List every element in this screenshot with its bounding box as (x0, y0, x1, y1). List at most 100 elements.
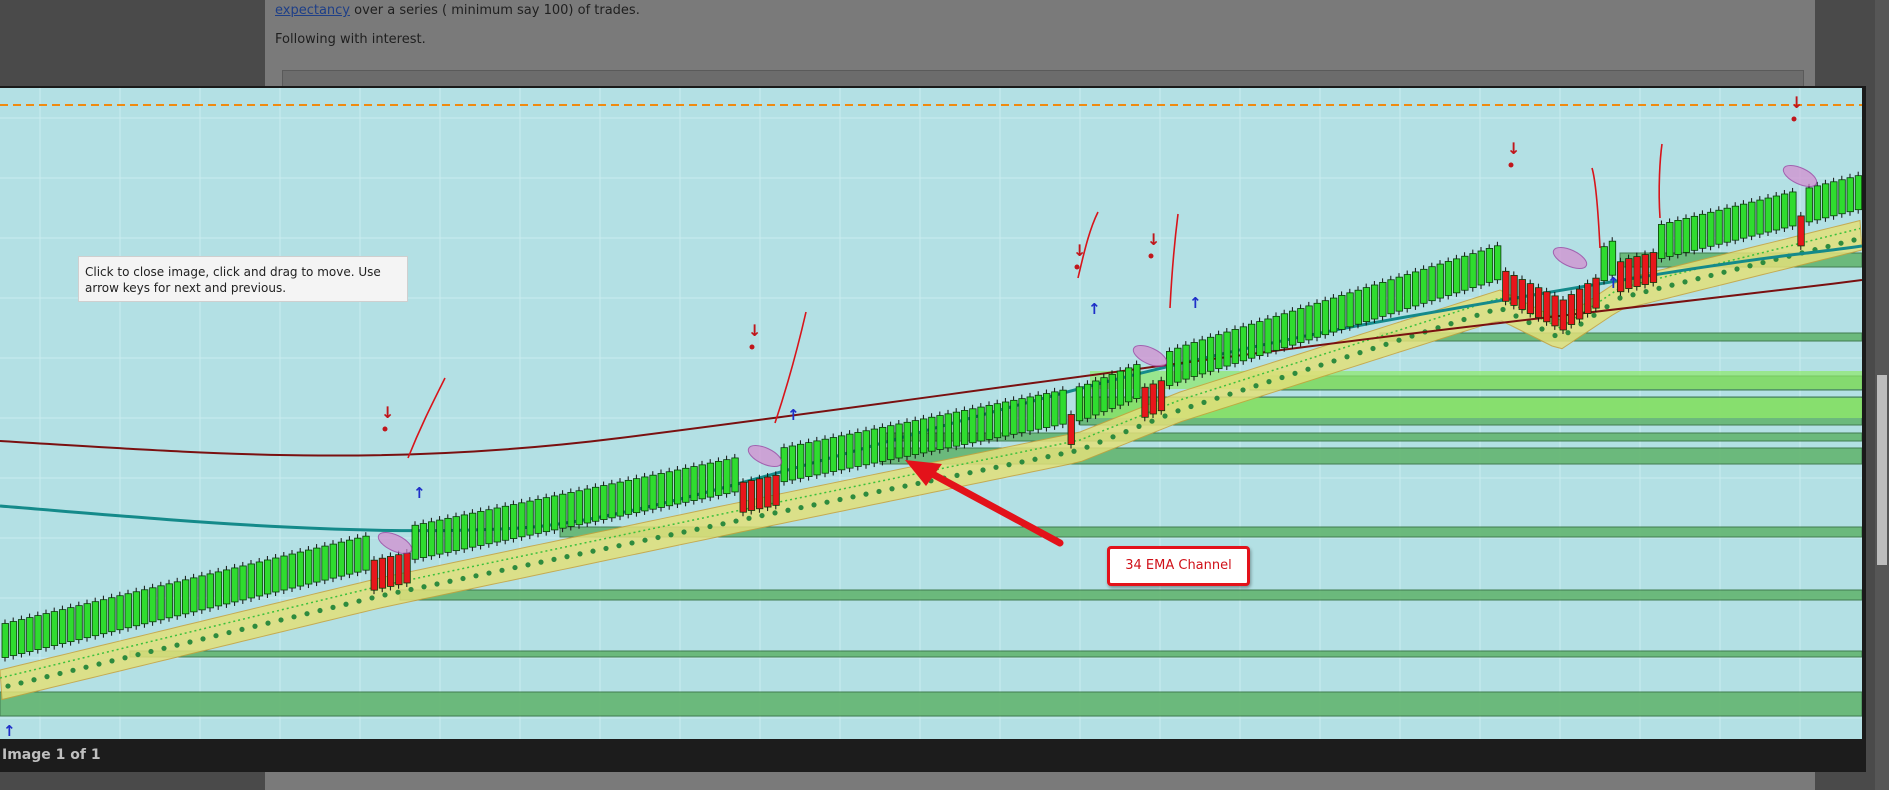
bull-candle (1813, 185, 1822, 221)
psar-dot (1682, 279, 1688, 285)
psar-dot (1461, 316, 1467, 323)
bull-candle (304, 549, 313, 585)
bull-candle (1338, 295, 1346, 330)
psar-dot (694, 526, 700, 532)
bull-candle (1321, 300, 1330, 336)
psar-dot (1695, 276, 1701, 282)
post-line-rest: over a series ( minimum say 100) of trad… (350, 3, 640, 18)
up-arrow-signal: ↑ (787, 406, 800, 424)
bull-candle (1444, 261, 1453, 296)
bull-candle (1387, 279, 1395, 315)
psar-dot (1188, 403, 1194, 410)
psar-dot (915, 480, 921, 487)
bull-candle (1207, 336, 1215, 372)
bull-candle (108, 597, 116, 633)
bear-candle (1067, 414, 1075, 445)
signal-dot (1074, 264, 1080, 270)
bull-candle (1059, 389, 1067, 425)
bear-candle (1584, 283, 1592, 315)
psar-dot (382, 592, 388, 598)
up-arrow-signal: ↑ (413, 484, 426, 502)
psar-dot (1656, 285, 1662, 291)
bull-candle (723, 459, 731, 495)
psar-dot (161, 645, 167, 651)
psar-dot (889, 486, 895, 492)
bull-candle (1723, 207, 1731, 243)
psar-dot (330, 604, 336, 610)
bull-candle (1182, 344, 1190, 380)
psar-dot (850, 494, 856, 500)
bull-candle (239, 565, 247, 601)
psar-dot (512, 564, 518, 571)
psar-dot (1162, 413, 1168, 419)
psar-dot (1370, 345, 1376, 352)
psar-dot (1357, 350, 1363, 356)
bull-candle (1043, 393, 1051, 428)
psar-dot (44, 674, 50, 680)
psar-dot (1266, 379, 1272, 385)
psar-dot (265, 620, 271, 626)
bull-candle (411, 524, 419, 560)
bear-candle (1559, 299, 1567, 331)
bull-candle (1740, 203, 1748, 239)
bull-candle (944, 413, 952, 449)
bull-candle (509, 504, 518, 539)
psar-dot (5, 683, 11, 689)
psar-dot (1045, 454, 1051, 460)
bull-candle (526, 500, 534, 536)
psar-dot (681, 529, 687, 535)
psar-dot (1149, 418, 1155, 424)
bull-candle (1453, 258, 1461, 294)
psar-dot (1851, 237, 1857, 243)
up-arrow-signal: ↑ (3, 722, 16, 739)
expectancy-link[interactable]: expectancy (275, 3, 350, 18)
psar-dot (1032, 456, 1038, 462)
bull-candle (1674, 220, 1682, 255)
psar-dot (369, 595, 375, 601)
psar-dot (1630, 292, 1636, 298)
psar-dot (1747, 263, 1753, 269)
psar-dot (954, 472, 960, 478)
psar-dot (642, 537, 648, 543)
bull-candle (485, 509, 493, 545)
bull-candle (674, 469, 682, 505)
bull-candle (780, 447, 788, 483)
bull-candle (34, 615, 42, 650)
psar-dot (1760, 259, 1766, 266)
psar-dot (83, 664, 89, 670)
psar-dot (109, 658, 115, 664)
bull-candle (928, 416, 936, 452)
bull-candle (903, 421, 911, 457)
psar-dot (187, 639, 193, 645)
bull-candle (436, 519, 444, 555)
psar-dot (655, 534, 661, 541)
bear-candle (1625, 258, 1633, 290)
bull-candle (419, 523, 428, 558)
bull-candle (75, 605, 83, 641)
bull-candle (263, 559, 272, 595)
bull-candle (1272, 315, 1280, 351)
psar-dot (1006, 462, 1012, 468)
bear-candle (1649, 252, 1658, 283)
psar-dot (1136, 423, 1142, 429)
bull-candle (838, 435, 846, 471)
bear-candle (772, 474, 780, 506)
up-arrow-signal: ↑ (1189, 294, 1202, 312)
bull-candle (583, 488, 592, 524)
lightbox-image[interactable]: ↓ ↓ ↓ ↓ ↓ ↓ ↑ ↑ ↑ ↑ ↑ ↑ (0, 88, 1862, 739)
bull-candle (1403, 274, 1412, 309)
bear-candle (1551, 295, 1559, 327)
bull-candle (1371, 284, 1379, 320)
psar-dot (1214, 395, 1220, 401)
bull-candle (665, 471, 674, 507)
bull-candle (345, 539, 354, 575)
page-scrollbar-thumb[interactable] (1877, 375, 1887, 565)
psar-dot (1669, 282, 1675, 288)
psar-dot (395, 589, 401, 595)
bull-candle (1034, 394, 1043, 430)
psar-dot (772, 510, 778, 516)
psar-dot (1071, 448, 1077, 454)
bull-candle (460, 514, 469, 550)
bull-candle (698, 464, 706, 500)
down-arrow-signal: ↓ (381, 403, 394, 422)
